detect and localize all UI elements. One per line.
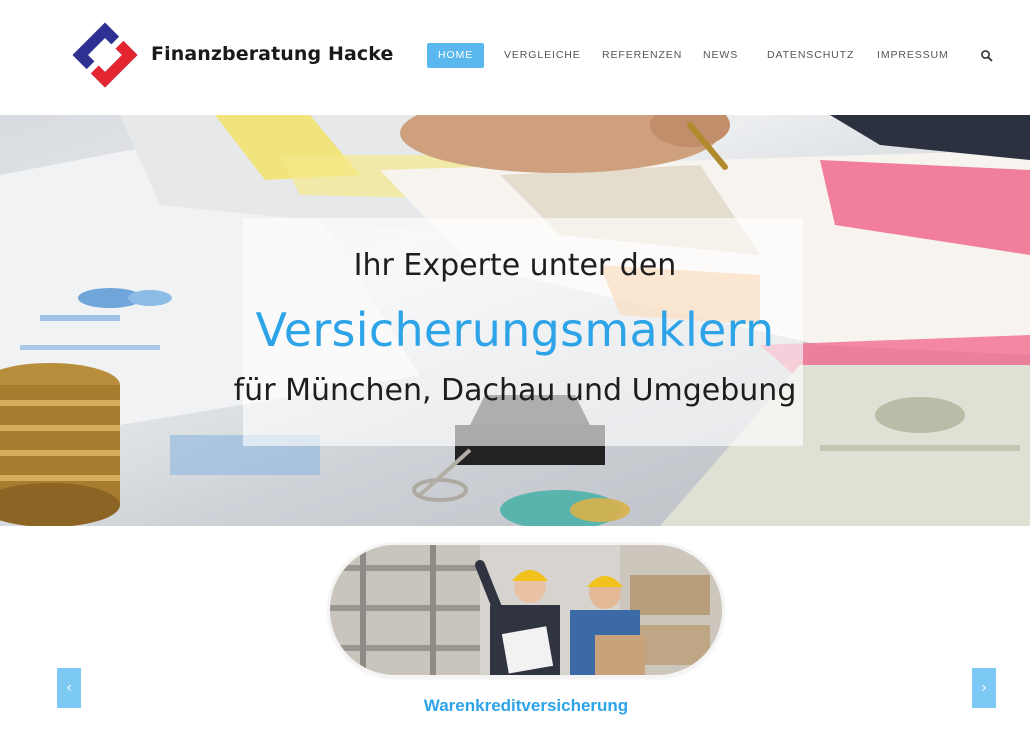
- nav-datenschutz[interactable]: DATENSCHUTZ: [767, 43, 854, 68]
- hero-heading-line-3: für München, Dachau und Umgebung: [233, 373, 797, 408]
- search-icon[interactable]: [980, 48, 994, 62]
- carousel-image[interactable]: [330, 545, 722, 675]
- nav-referenzen[interactable]: REFERENZEN: [602, 43, 682, 68]
- main-nav: HOME VERGLEICHE REFERENZEN NEWS DATENSCH…: [0, 43, 1030, 68]
- site-header: Finanzberatung Hacke HOME VERGLEICHE REF…: [0, 0, 1030, 115]
- carousel-item-title[interactable]: Warenkreditversicherung: [0, 696, 1030, 716]
- chevron-right-icon: ›: [981, 680, 987, 696]
- nav-news[interactable]: NEWS: [703, 43, 738, 68]
- hero-heading-line-1: Ihr Experte unter den: [353, 248, 677, 283]
- nav-home[interactable]: HOME: [427, 43, 485, 68]
- nav-impressum[interactable]: IMPRESSUM: [877, 43, 949, 68]
- carousel-next-button[interactable]: ›: [972, 668, 996, 708]
- hero-heading-highlight: Versicherungsmaklern: [255, 303, 775, 357]
- carousel-prev-button[interactable]: ‹: [57, 668, 81, 708]
- nav-vergleiche[interactable]: VERGLEICHE: [504, 43, 581, 68]
- chevron-left-icon: ‹: [66, 680, 72, 696]
